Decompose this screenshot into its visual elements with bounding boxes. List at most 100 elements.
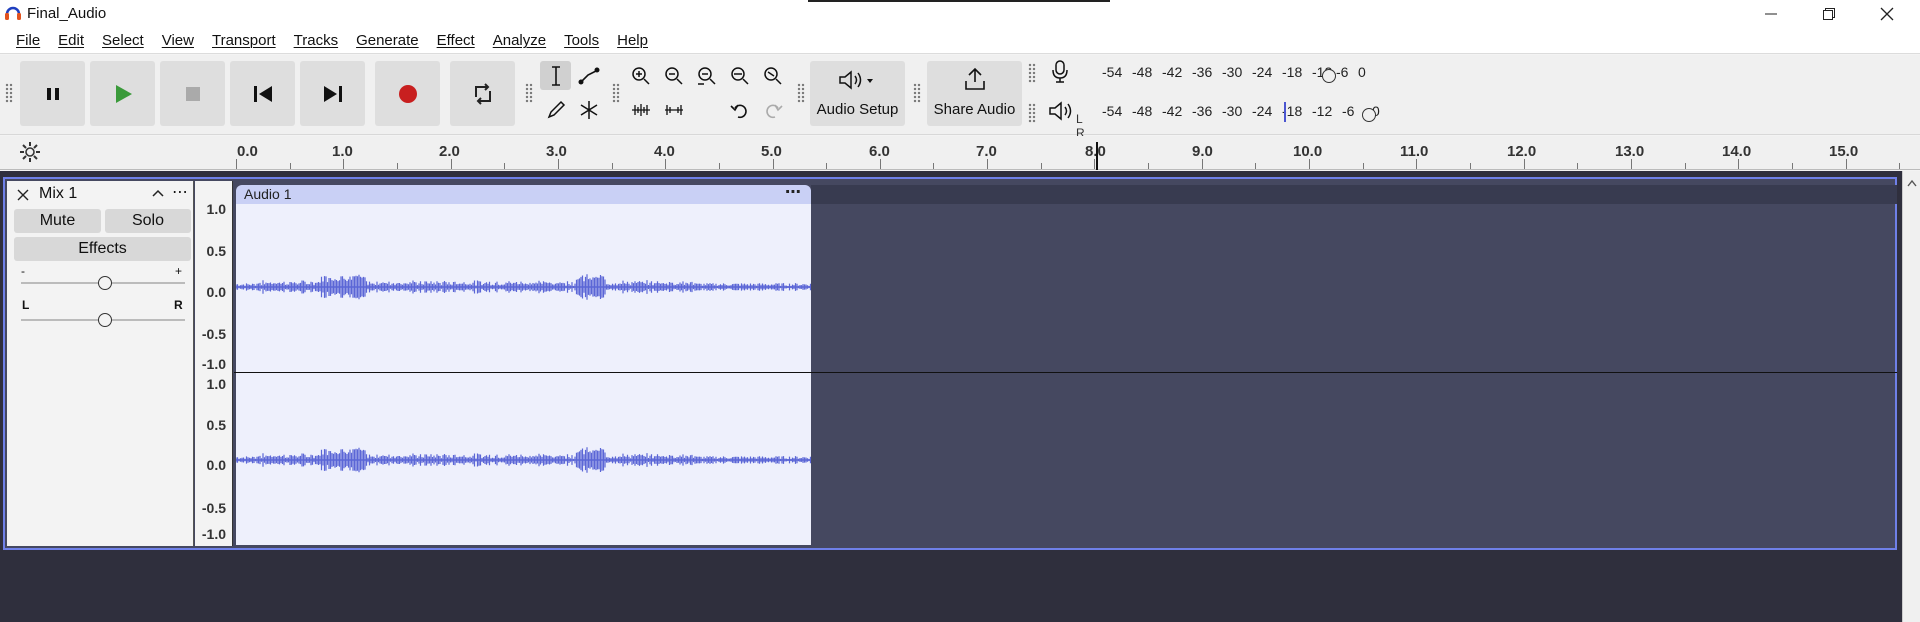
ruler-label: 3.0 [546,143,567,160]
play-button[interactable] [90,61,155,126]
record-button[interactable] [375,61,440,126]
pause-button[interactable] [20,61,85,126]
minimize-button[interactable] [1742,0,1800,28]
window-title: Final_Audio [27,5,107,22]
ruler-tick [1148,163,1150,169]
playback-meter-scale: -54 -48 -42 -36 -30 -24 -18 -12 -6 0 [1102,103,1402,119]
redo-button[interactable] [757,95,788,124]
ruler-label: 12.0 [1507,143,1537,160]
meter-tick-label: -24 [1252,64,1273,80]
menu-help[interactable]: Help [608,32,657,49]
stop-button[interactable] [160,61,225,126]
share-audio-button[interactable]: Share Audio [927,61,1022,126]
ruler-tick [557,159,559,169]
audio-setup-button[interactable]: Audio Setup [810,61,905,126]
menu-tracks[interactable]: Tracks [285,32,347,49]
mute-button[interactable]: Mute [14,209,101,233]
track-area[interactable]: Mix 1 ⋯ Mute Solo Effects - + L R 1.0 0.… [0,171,1902,622]
ruler-tick [1523,159,1525,169]
undo-button[interactable] [724,95,755,124]
empty-clip-header-area [811,185,1897,204]
zoom-in-button[interactable] [625,61,656,90]
clip-menu-icon[interactable]: ⋯ [785,183,801,202]
menu-effect[interactable]: Effect [428,32,484,49]
meter-tick-label: 0 [1358,64,1366,80]
close-button[interactable] [1858,0,1916,28]
timeline-ruler[interactable]: 0.0 1.0 2.0 3.0 4.0 5.0 6.0 7.0 8.0 9.0 … [0,136,1920,170]
toolbar-grip[interactable] [1028,103,1036,123]
ruler-tick [1469,163,1471,169]
multi-tool-button[interactable] [573,95,604,124]
ruler-tick [1416,159,1418,169]
envelope-tool-button[interactable] [573,61,604,90]
menu-generate[interactable]: Generate [347,32,428,49]
clip-header[interactable]: Audio 1 ⋯ [236,183,811,204]
menu-analyze[interactable]: Analyze [484,32,555,49]
redo-icon [765,104,783,118]
menu-select[interactable]: Select [93,32,153,49]
close-track-icon[interactable] [17,189,29,201]
ruler-tick [718,163,720,169]
track-control-panel[interactable]: Mix 1 ⋯ Mute Solo Effects - + L R [7,181,194,546]
clip-waveform-area[interactable] [235,204,812,545]
zoom-fit-icon [730,66,749,85]
loop-icon [474,82,491,105]
gear-icon[interactable] [19,141,41,163]
toolbar-grip[interactable] [5,83,13,103]
menu-view[interactable]: View [153,32,203,49]
scroll-up-icon[interactable] [1907,179,1917,187]
fit-project-button[interactable] [724,61,755,90]
playback-meter[interactable]: -54 -48 -42 -36 -30 -24 -18 -12 -6 0 [1040,96,1385,126]
asterisk-icon [580,100,597,119]
collapse-track-icon[interactable] [152,188,164,198]
toolbar-grip[interactable] [525,83,533,103]
menu-edit[interactable]: Edit [49,32,93,49]
restore-button[interactable] [1800,0,1858,28]
track-menu-icon[interactable]: ⋯ [172,182,189,202]
ruler-tick [1255,163,1257,169]
trim-audio-button[interactable] [625,95,656,124]
gain-max-label: + [175,264,183,278]
ruler-tick [611,163,613,169]
effects-button[interactable]: Effects [14,237,191,261]
track-name[interactable]: Mix 1 [39,185,77,203]
zoom-out-button[interactable] [658,61,689,90]
silence-audio-button[interactable] [658,95,689,124]
skip-to-end-button[interactable] [300,61,365,126]
title-drag-indicator [808,0,1110,2]
fit-selection-button[interactable] [691,61,722,90]
record-meter[interactable]: -54-48-42-36-30-24-18-12-60 [1040,57,1385,87]
selection-tool-button[interactable] [540,61,571,90]
toolbar-grip[interactable] [612,83,620,103]
audacity-logo-icon [5,6,21,20]
ruler-label: 5.0 [761,143,782,160]
loop-button[interactable] [450,61,515,126]
toolbar-grip[interactable] [913,83,921,103]
microphone-icon [1052,60,1068,83]
vertical-scrollbar[interactable] [1902,171,1920,622]
draw-tool-button[interactable] [540,95,571,124]
record-level-slider-thumb[interactable] [1322,69,1336,83]
skip-to-start-button[interactable] [230,61,295,126]
ruler-tick [1309,159,1310,169]
ruler-tick [665,159,667,169]
toolbar-grip[interactable] [797,83,805,103]
solo-button[interactable]: Solo [105,209,191,233]
pan-right-label: R [174,298,183,312]
menu-tools[interactable]: Tools [555,32,608,49]
zoom-toggle-button[interactable] [757,61,788,90]
playhead-marker[interactable] [1096,142,1098,170]
gain-slider-thumb[interactable] [98,276,112,290]
ruler-tick [236,159,237,169]
pan-slider-thumb[interactable] [98,313,112,327]
playback-level-slider-thumb[interactable] [1362,108,1376,122]
menu-transport[interactable]: Transport [203,32,285,49]
ruler-tick [1684,163,1686,169]
meter-tick-label: -42 [1162,64,1183,80]
ruler-label: 0.0 [237,143,258,160]
stop-icon [185,86,200,101]
restore-icon [1823,8,1835,20]
track-mix-1[interactable]: Mix 1 ⋯ Mute Solo Effects - + L R 1.0 0.… [3,177,1897,550]
toolbar-grip[interactable] [1028,63,1036,83]
menu-file[interactable]: File [7,32,49,49]
